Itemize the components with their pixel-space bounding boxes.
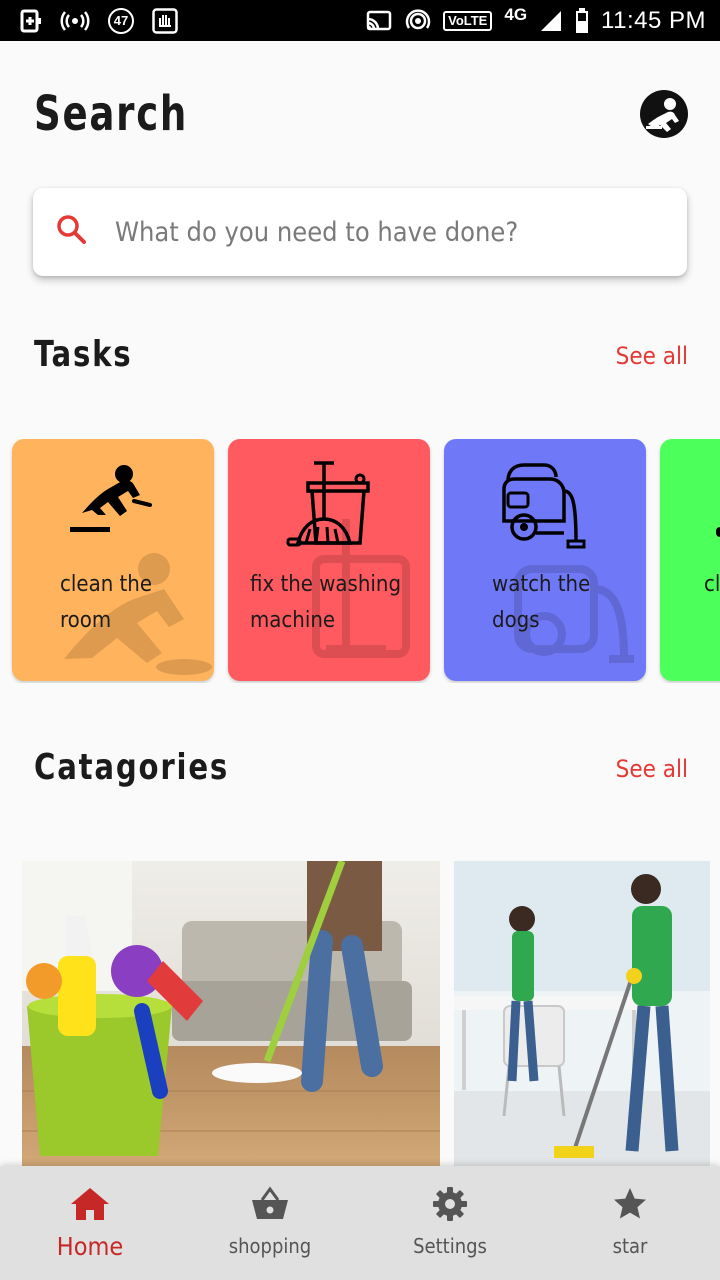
nav-label: star [612,1234,648,1258]
cleaning-supplies-bucket-photo [22,861,440,1166]
tasks-carousel[interactable]: clean the room fix the washing machine w… [0,439,720,683]
category-card-office-cleaning[interactable] [454,861,710,1166]
clock: 11:45 PM [601,6,706,34]
add-screen-icon [20,9,42,33]
nav-star[interactable]: star [540,1166,720,1280]
search-input[interactable] [115,216,655,248]
task-label: fix the washing machine [250,572,402,633]
signal-icon [539,9,563,33]
hotspot-icon [60,10,90,32]
bottom-nav: Home shopping Settings star [0,1166,720,1280]
floor-scrubbing-icon [70,465,152,532]
vacuum-cleaner-icon [502,463,586,549]
task-card-partial[interactable]: cl [660,439,720,681]
app-notification-icon [152,7,178,34]
task-card-fix-washing-machine[interactable]: fix the washing machine [228,439,430,681]
volte-indicator: VoLTE [443,10,493,31]
home-icon [69,1186,111,1226]
basket-icon [250,1186,290,1226]
network-type: 4G [504,4,528,24]
cleaner-avatar-icon[interactable] [640,90,688,138]
gear-icon [432,1186,468,1226]
nav-home[interactable]: Home [0,1166,180,1280]
search-icon[interactable] [55,213,89,251]
battery-icon [575,7,589,34]
nav-label: Settings [413,1234,487,1258]
category-card-cleaning-supplies[interactable] [22,861,440,1166]
cast-icon [365,10,393,32]
task-card-watch-dogs[interactable]: watch the dogs [444,439,646,681]
office-cleaning-staff-photo [454,861,710,1166]
status-bar: 47 VoLTE 4G 11:45 PM [0,0,720,41]
nav-settings[interactable]: Settings [360,1166,540,1280]
nav-shopping[interactable]: shopping [180,1166,360,1280]
task-label: watch the dogs [492,572,591,633]
task-card-clean-room[interactable]: clean the room [12,439,214,681]
categories-see-all-link[interactable]: See all [616,755,688,783]
tasks-section-title: Tasks [34,334,133,375]
wifi-calling-icon [405,8,431,34]
nav-label: shopping [228,1234,312,1258]
nav-label: Home [56,1232,124,1261]
search-bar[interactable] [33,188,687,276]
task-label: clean the room [60,572,153,633]
categories-section-title: Catagories [34,747,230,788]
notification-count-badge: 47 [108,7,134,34]
task-icon [716,527,720,537]
tasks-see-all-link[interactable]: See all [616,342,688,370]
mop-bucket-icon [286,461,370,547]
page-title: Search [34,86,189,142]
task-label: cl [704,572,720,597]
star-icon [612,1186,648,1226]
